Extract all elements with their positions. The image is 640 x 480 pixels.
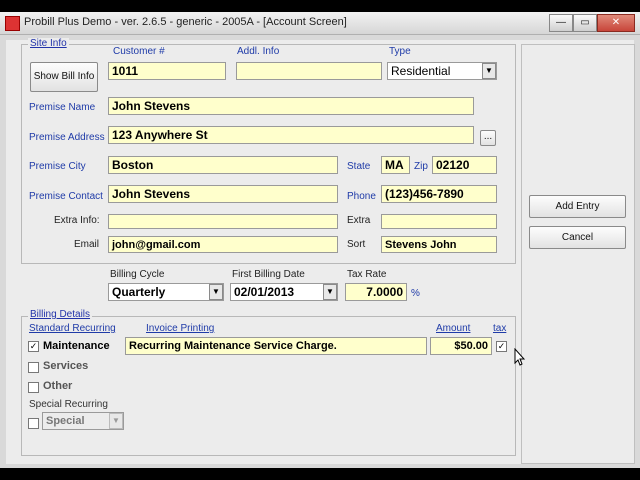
zip-field[interactable]: 02120 bbox=[432, 156, 497, 174]
tax-rate-field[interactable]: 7.0000 bbox=[345, 283, 407, 301]
email-field[interactable]: john@gmail.com bbox=[108, 236, 338, 253]
account-window: Probill Plus Demo - ver. 2.6.5 - generic… bbox=[0, 12, 640, 468]
services-label: Services bbox=[43, 360, 89, 372]
first-billing-date-dropdown-icon[interactable]: ▼ bbox=[323, 284, 337, 300]
show-bill-info-button[interactable]: Show Bill Info bbox=[30, 62, 98, 92]
type-select[interactable]: Residential bbox=[387, 62, 497, 80]
phone-label: Phone bbox=[347, 191, 376, 202]
tax-rate-label: Tax Rate bbox=[347, 269, 387, 280]
type-dropdown-icon[interactable]: ▼ bbox=[482, 63, 496, 79]
first-billing-date-label: First Billing Date bbox=[232, 269, 305, 280]
phone-field[interactable]: (123)456-7890 bbox=[381, 185, 497, 203]
billing-cycle-select[interactable]: Quarterly bbox=[108, 283, 224, 301]
customer-field[interactable]: 1011 bbox=[108, 62, 226, 80]
addl-info-label: Addl. Info bbox=[237, 46, 280, 57]
premise-address-field[interactable]: 123 Anywhere St bbox=[108, 126, 474, 144]
maintenance-checkbox[interactable]: ✓ bbox=[28, 341, 39, 352]
first-billing-date-picker[interactable]: 02/01/2013 bbox=[230, 283, 338, 301]
maximize-button[interactable]: ▭ bbox=[573, 14, 597, 32]
services-checkbox[interactable] bbox=[28, 362, 39, 373]
premise-city-field[interactable]: Boston bbox=[108, 156, 338, 174]
site-info-legend: Site Info bbox=[28, 38, 69, 49]
cancel-button[interactable]: Cancel bbox=[529, 226, 626, 249]
special-recurring-label: Special Recurring bbox=[29, 399, 108, 410]
action-panel bbox=[521, 44, 635, 464]
extra-info-label: Extra Info: bbox=[54, 215, 100, 226]
sort-label: Sort bbox=[347, 239, 366, 250]
extra-info-field[interactable] bbox=[108, 214, 338, 229]
other-label: Other bbox=[43, 380, 73, 392]
standard-recurring-header: Standard Recurring bbox=[29, 323, 116, 334]
extra-label: Extra bbox=[347, 215, 371, 226]
maintenance-amount-field[interactable]: $50.00 bbox=[430, 337, 492, 355]
premise-contact-label: Premise Contact bbox=[29, 191, 103, 202]
close-button[interactable]: ✕ bbox=[597, 14, 635, 32]
maintenance-tax-checkbox[interactable]: ✓ bbox=[496, 341, 507, 352]
customer-label: Customer # bbox=[113, 46, 165, 57]
title-bar: Probill Plus Demo - ver. 2.6.5 - generic… bbox=[0, 12, 640, 35]
special-checkbox[interactable] bbox=[28, 418, 39, 429]
maintenance-label: Maintenance bbox=[43, 340, 110, 352]
billing-details-legend: Billing Details bbox=[28, 309, 93, 320]
state-label: State bbox=[347, 161, 371, 172]
invoice-printing-header: Invoice Printing bbox=[146, 323, 215, 334]
amount-header: Amount bbox=[436, 323, 471, 334]
addl-info-field[interactable] bbox=[236, 62, 382, 80]
email-label: Email bbox=[74, 239, 100, 250]
billing-cycle-label: Billing Cycle bbox=[110, 269, 165, 280]
client-area: Site Info Show Bill Info Customer # 1011… bbox=[6, 38, 635, 464]
window-title: Probill Plus Demo - ver. 2.6.5 - generic… bbox=[24, 16, 347, 28]
state-field[interactable]: MA bbox=[381, 156, 410, 174]
tax-header: tax bbox=[493, 323, 507, 334]
add-entry-button[interactable]: Add Entry bbox=[529, 195, 626, 218]
type-label: Type bbox=[389, 46, 411, 57]
billing-cycle-dropdown-icon[interactable]: ▼ bbox=[209, 284, 223, 300]
zip-label: Zip bbox=[414, 161, 428, 172]
special-dropdown-icon[interactable]: ▼ bbox=[109, 413, 123, 429]
minimize-button[interactable]: — bbox=[549, 14, 573, 32]
pointer-cursor-icon bbox=[514, 348, 526, 366]
sort-field[interactable]: Stevens John bbox=[381, 236, 497, 253]
premise-contact-field[interactable]: John Stevens bbox=[108, 185, 338, 203]
other-checkbox[interactable] bbox=[28, 382, 39, 393]
premise-name-label: Premise Name bbox=[29, 102, 96, 113]
premise-name-field[interactable]: John Stevens bbox=[108, 97, 474, 115]
app-icon bbox=[5, 16, 20, 31]
premise-city-label: Premise City bbox=[29, 161, 86, 172]
premise-address-label: Premise Address bbox=[29, 132, 105, 143]
address-lookup-button[interactable]: ... bbox=[480, 130, 496, 146]
extra-field[interactable] bbox=[381, 214, 497, 229]
percent-label: % bbox=[411, 288, 420, 299]
maintenance-invoice-text[interactable]: Recurring Maintenance Service Charge. bbox=[125, 337, 427, 355]
